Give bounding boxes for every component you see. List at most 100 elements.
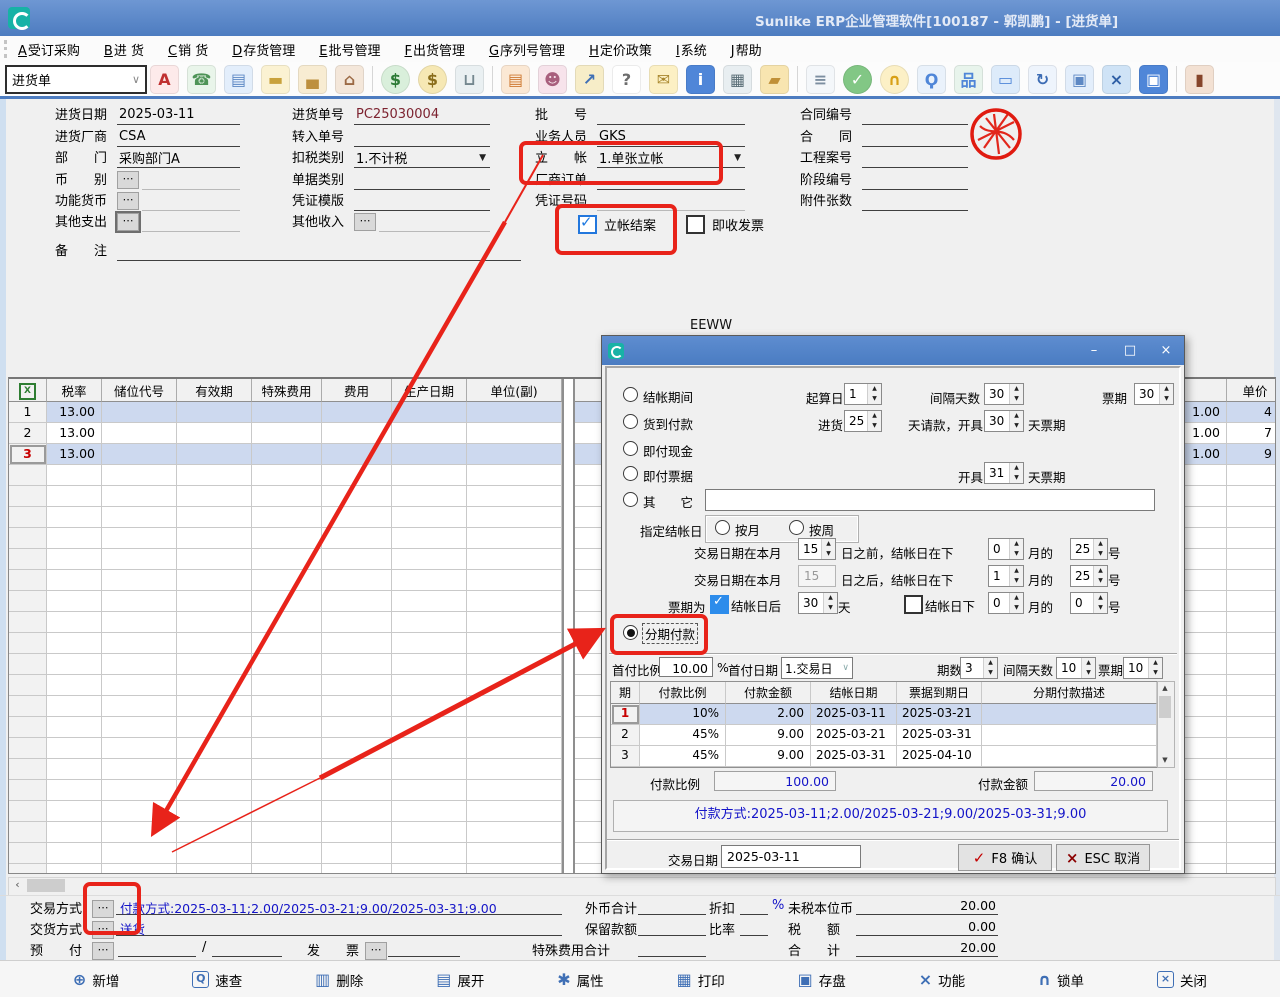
account-mode-field[interactable]: 1.单张立帐▼ [597,148,745,168]
contract-no-field[interactable] [862,105,968,125]
grid-horizontal-scrollbar[interactable]: ‹ [8,877,1276,896]
grid-header-3[interactable]: 特殊费用 [252,379,322,402]
clipboard-icon[interactable]: ▤ [501,65,530,94]
computer-icon[interactable]: ▤ [224,65,253,94]
chevron-down-icon[interactable]: ▼ [479,153,488,163]
ticket-month-spin[interactable]: 0▲▼ [988,592,1024,614]
folder-icon[interactable]: ▰ [760,65,789,94]
doc-type-select[interactable]: 进货单 ∨ [5,65,147,94]
cancel-button[interactable]: ×ESC 取消 [1056,844,1150,871]
remark-field[interactable] [117,241,521,261]
contract-field[interactable] [862,127,968,147]
currency-browse-button[interactable]: ⋯ [117,171,139,189]
grid-header-1[interactable]: 储位代号 [102,379,177,402]
add-button[interactable]: ⊕新增 [73,970,119,990]
transfer-no-field[interactable] [354,127,490,147]
currency-field[interactable] [142,170,240,190]
briefcase-icon[interactable]: ▄ [298,65,327,94]
grid-header-5[interactable]: 生产日期 [392,379,467,402]
save-button[interactable]: ▣存盘 [798,970,846,990]
trade-mode-browse-button[interactable]: ⋯ [92,900,114,918]
other-radio[interactable] [623,492,638,507]
ticket-days-spin[interactable]: 30▲▼ [1134,383,1174,405]
menu-item-i[interactable]: I系统 [676,40,707,59]
installment-scrollbar[interactable]: ▲▼ [1157,681,1175,768]
other-expense-field[interactable] [142,212,240,232]
delete-button[interactable]: ▥删除 [315,970,363,990]
installment-row[interactable]: 245%9.002025-03-212025-03-31 [611,725,1157,746]
refresh-icon[interactable]: ↻ [1028,65,1057,94]
grid-header-0[interactable]: 税率 [47,379,102,402]
money-bag-icon[interactable]: $ [418,65,447,94]
after-month-spin[interactable]: 1▲▼ [988,565,1024,587]
quick-search-button[interactable]: Q速查 [192,970,242,990]
cash-radio[interactable] [623,441,638,456]
monitor-icon[interactable]: ▭ [991,65,1020,94]
delivery-browse-button[interactable]: ⋯ [92,921,114,939]
chevron-down-icon[interactable]: ▼ [734,153,743,163]
purchase-date-field[interactable]: 2025-03-11 [117,105,240,125]
invoice-on-receipt-checkbox[interactable] [686,215,705,234]
other-income-browse-button[interactable]: ⋯ [354,213,376,231]
by-week-radio[interactable] [789,520,804,535]
menu-item-a[interactable]: A受订采购 [18,40,80,59]
menu-item-g[interactable]: G序列号管理 [489,40,565,59]
supplier-field[interactable]: CSA [117,127,240,147]
pay-ticket-spin[interactable]: 10▲▼ [1123,657,1163,679]
dialog-close-button[interactable]: × [1148,336,1184,365]
by-month-radio[interactable] [715,520,730,535]
copy-window-icon[interactable]: ▣ [1065,65,1094,94]
search-icon[interactable]: Ϙ [917,65,946,94]
invoice-on-receipt-check-item[interactable]: 即收发票 [686,215,764,234]
confirm-button[interactable]: ✓F8 确认 [958,844,1052,871]
stage-no-field[interactable] [862,170,968,190]
dialog-maximize-button[interactable]: □ [1112,336,1148,365]
after-dom-spin[interactable]: 25▲▼ [1070,565,1108,587]
receipt-no-field[interactable]: PC25030004 [354,105,490,125]
trade-date-input[interactable]: 2025-03-11 [721,845,861,868]
bell-icon[interactable]: ∩ [880,65,909,94]
print-button[interactable]: ▦打印 [677,970,725,990]
pay-interval-spin[interactable]: 10▲▼ [1056,657,1096,679]
prepay-browse-button[interactable]: ⋯ [92,942,114,960]
restore-icon[interactable]: ▣ [1139,65,1168,94]
grid-header-4[interactable]: 费用 [322,379,392,402]
ticket-after-days-spin[interactable]: 30▲▼ [798,592,838,614]
cod-radio[interactable] [623,414,638,429]
settle-next-check-checkbox[interactable] [904,595,923,614]
sitemap-icon[interactable]: 品 [954,65,983,94]
salesperson-field[interactable]: GKS [597,127,745,147]
installment-row[interactable]: 345%9.002025-03-312025-04-10 [611,746,1157,767]
menu-item-e[interactable]: E批号管理 [319,40,380,59]
account-settle-checkbox[interactable] [578,215,597,234]
calculator-icon[interactable]: ▦ [723,65,752,94]
batch-no-field[interactable] [597,105,745,125]
ticket-dom-spin[interactable]: 0▲▼ [1070,592,1108,614]
doc-category-field[interactable] [354,170,490,190]
periods-spin[interactable]: 3▲▼ [960,657,998,679]
properties-button[interactable]: ✱属性 [557,970,603,990]
installment-table[interactable]: 期付款比例付款金额结帐日期票据到期日分期付款描述110%2.002025-03-… [610,681,1158,768]
issue-days-spin[interactable]: 31▲▼ [984,462,1024,484]
info-icon[interactable]: i [686,65,715,94]
exit-door-icon[interactable]: ▮ [1185,65,1214,94]
dollar-coin-icon[interactable]: $ [381,65,410,94]
grid-header-6[interactable]: 单位(副) [467,379,562,402]
menu-item-c[interactable]: C销 货 [168,40,208,59]
invoice-browse-button[interactable]: ⋯ [365,942,387,960]
before-month-spin[interactable]: 0▲▼ [988,538,1024,560]
functions-button[interactable]: ×功能 [919,970,965,990]
menu-item-j[interactable]: J帮助 [731,40,762,59]
down-ratio-input[interactable]: 10.00 [659,657,713,677]
settle-after-check-checkbox[interactable] [710,595,729,614]
expand-button[interactable]: ▤展开 [436,970,484,990]
close-x-icon[interactable]: × [1102,65,1131,94]
before-dom-spin[interactable]: 25▲▼ [1070,538,1108,560]
excel-icon[interactable]: X [19,383,36,400]
request-days-spin[interactable]: 30▲▼ [984,410,1024,432]
voucher-no-field[interactable] [597,191,745,211]
settle-period-radio[interactable] [623,387,638,402]
close-button[interactable]: ×关闭 [1157,970,1207,990]
grid-header-price[interactable]: 单价 [1227,379,1275,402]
installment-row[interactable]: 110%2.002025-03-112025-03-21 [611,704,1157,725]
